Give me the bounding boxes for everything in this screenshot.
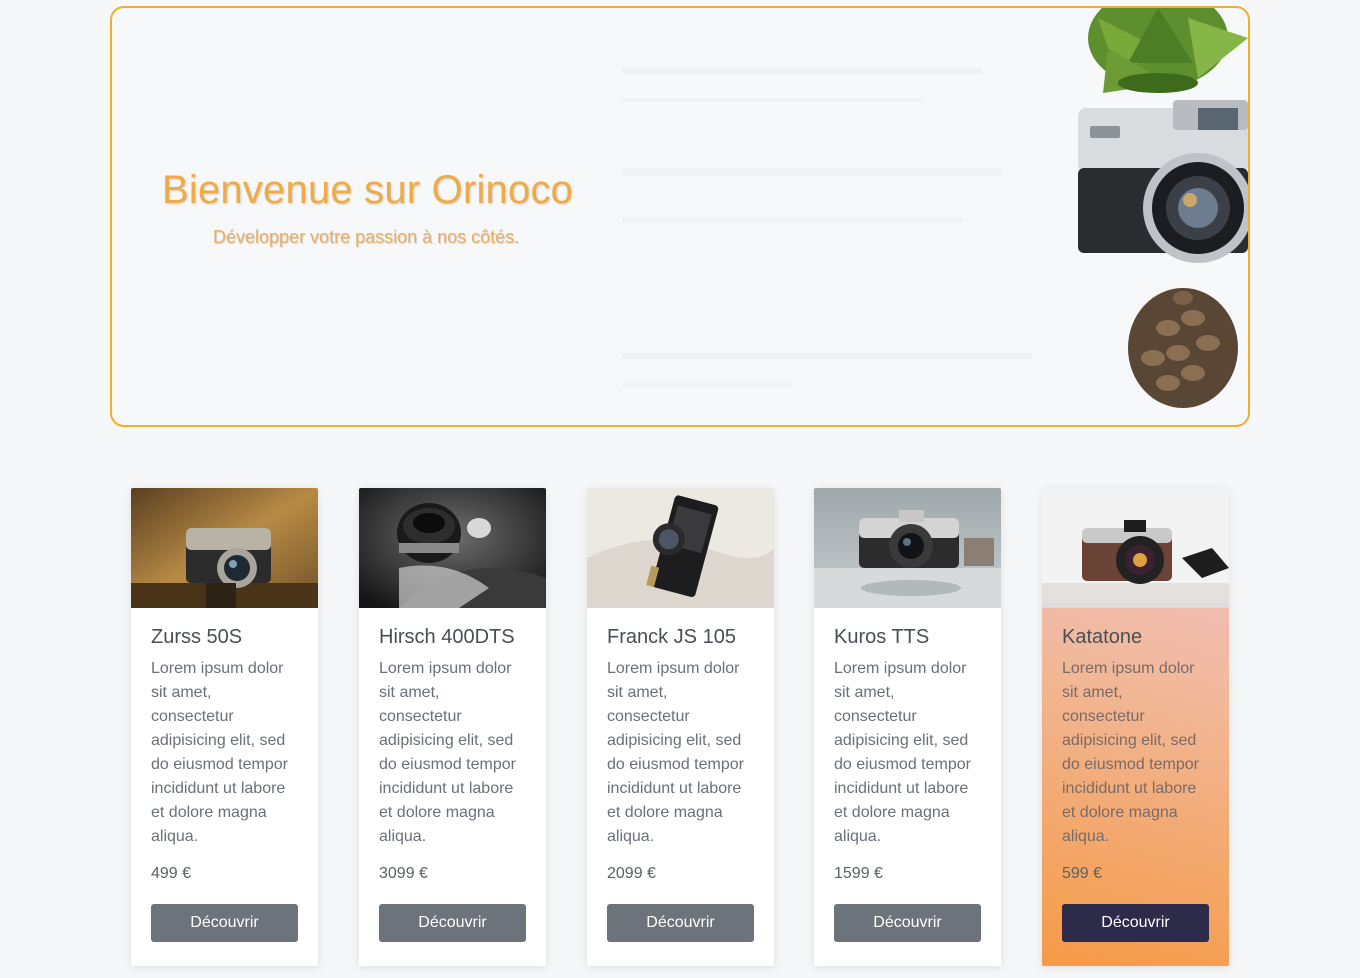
discover-button[interactable]: Découvrir bbox=[379, 904, 526, 942]
hero-title: Bienvenue sur Orinoco bbox=[162, 168, 574, 212]
product-name: Hirsch 400DTS bbox=[379, 626, 515, 648]
pinecone-illustration bbox=[1128, 288, 1238, 408]
product-name: Kuros TTS bbox=[834, 626, 930, 648]
product-price: 2099 € bbox=[607, 865, 656, 882]
product-card-featured: Katatone Lorem ipsum dolor sit amet, con… bbox=[1042, 488, 1229, 966]
hero-subtitle: Développer votre passion à nos côtés. bbox=[213, 227, 520, 247]
discover-button[interactable]: Découvrir bbox=[151, 904, 298, 942]
product-image bbox=[1042, 488, 1229, 608]
product-name: Zurss 50S bbox=[151, 626, 243, 648]
product-description: Lorem ipsum dolor sit amet, consectetur … bbox=[379, 660, 516, 845]
product-price: 599 € bbox=[1062, 865, 1103, 882]
product-image bbox=[814, 488, 1001, 608]
product-price: 499 € bbox=[151, 865, 192, 882]
product-card: Franck JS 105 Lorem ipsum dolor sit amet… bbox=[587, 488, 774, 966]
background-texture bbox=[622, 68, 1032, 387]
product-name: Franck JS 105 bbox=[607, 626, 736, 648]
plant-illustration bbox=[1088, 8, 1248, 93]
product-description: Lorem ipsum dolor sit amet, consectetur … bbox=[151, 660, 288, 845]
discover-button[interactable]: Découvrir bbox=[607, 904, 754, 942]
hero-camera-image bbox=[1078, 8, 1248, 408]
product-description: Lorem ipsum dolor sit amet, consectetur … bbox=[834, 660, 971, 845]
product-image bbox=[131, 488, 318, 608]
product-name: Katatone bbox=[1062, 626, 1143, 648]
product-description: Lorem ipsum dolor sit amet, consectetur … bbox=[1062, 660, 1199, 845]
product-card: Kuros TTS Lorem ipsum dolor sit amet, co… bbox=[814, 488, 1001, 966]
product-description: Lorem ipsum dolor sit amet, consectetur … bbox=[607, 660, 744, 845]
product-card: Hirsch 400DTS Lorem ipsum dolor sit amet… bbox=[359, 488, 546, 966]
discover-button[interactable]: Découvrir bbox=[1062, 904, 1209, 942]
hero-banner: Bienvenue sur Orinoco Développer votre p… bbox=[110, 6, 1250, 427]
product-card: Zurss 50S Lorem ipsum dolor sit amet, co… bbox=[131, 488, 318, 966]
product-image bbox=[359, 488, 546, 608]
camera-illustration bbox=[1078, 100, 1248, 263]
discover-button[interactable]: Découvrir bbox=[834, 904, 981, 942]
product-price: 3099 € bbox=[379, 865, 428, 882]
product-image bbox=[587, 488, 774, 608]
product-price: 1599 € bbox=[834, 865, 883, 882]
